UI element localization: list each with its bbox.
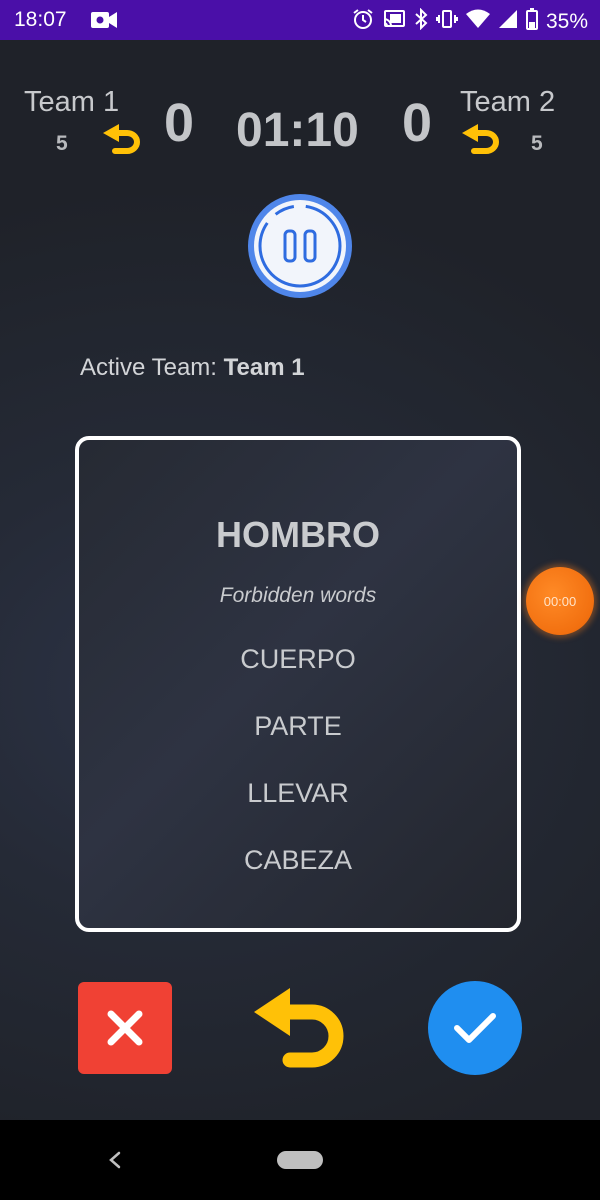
forbidden-words-label: Forbidden words [219, 584, 377, 607]
status-bar: 18:07 35% [0, 0, 600, 40]
battery-icon [525, 8, 538, 35]
team1-undo-icon[interactable] [101, 124, 143, 165]
alarm-icon [352, 8, 374, 35]
vibrate-icon [435, 8, 458, 35]
bluetooth-icon [414, 7, 428, 35]
team1-score: 0 [164, 93, 195, 153]
check-icon [454, 1013, 496, 1043]
home-button[interactable] [277, 1151, 323, 1169]
active-team-text: Active Team: Team 1 [80, 354, 305, 382]
round-timer: 01:10 [236, 104, 359, 157]
forbidden-word: CABEZA [243, 845, 353, 875]
forbidden-word: PARTE [254, 711, 342, 741]
floating-timer-bubble[interactable]: 00:00 [526, 567, 594, 635]
active-team-label: Active Team: [80, 354, 217, 381]
forbidden-word: LLEVAR [247, 778, 349, 808]
video-camera-icon [90, 9, 118, 36]
status-time: 18:07 [14, 8, 67, 31]
battery-percent: 35% [545, 9, 588, 33]
card-word: HOMBRO [216, 514, 380, 555]
team1-name: Team 1 [24, 86, 120, 118]
signal-icon [498, 9, 518, 34]
wifi-icon [465, 9, 490, 34]
word-card: HOMBRO Forbidden words CUERPO PARTE LLEV… [75, 436, 521, 932]
accept-button[interactable] [428, 981, 522, 1075]
pause-button[interactable] [247, 193, 353, 299]
active-team-name: Team 1 [223, 354, 305, 381]
team1-turns: 5 [56, 132, 68, 155]
cast-icon [382, 8, 406, 35]
team2-name: Team 2 [460, 86, 556, 118]
close-icon [107, 1010, 143, 1046]
undo-button[interactable] [250, 985, 350, 1075]
forbidden-word: CUERPO [240, 644, 356, 674]
status-icons: 35% [352, 7, 588, 35]
team2-score: 0 [402, 93, 433, 153]
undo-icon [254, 988, 344, 1068]
team2-turns: 5 [531, 132, 543, 155]
pause-icon [248, 194, 352, 298]
reject-button[interactable] [78, 982, 172, 1074]
back-icon[interactable] [106, 1150, 124, 1175]
team2-undo-icon[interactable] [460, 124, 502, 165]
